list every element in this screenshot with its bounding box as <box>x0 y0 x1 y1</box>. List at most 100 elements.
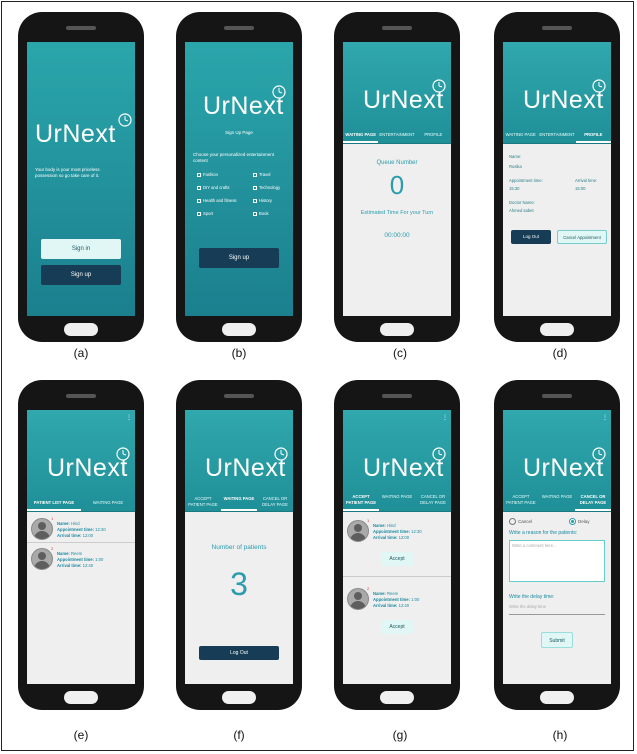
screen-g: ⋮ UrNext ACCEPT PATIENT PAGE WAITING PAG… <box>343 410 451 684</box>
earpiece <box>66 394 96 398</box>
earpiece <box>542 394 572 398</box>
checkbox-box[interactable] <box>253 211 257 216</box>
avatar <box>31 518 53 540</box>
checkbox-box[interactable] <box>197 185 201 190</box>
sign-up-button[interactable]: Sign up <box>41 265 121 285</box>
tab-bar: WAITING PAGE ENTERTAINMENT PROFILE <box>503 128 611 144</box>
patient-info: Name: Reem Appointment time: 1:00 Arriva… <box>373 591 419 610</box>
checkbox-sport[interactable]: Sport <box>197 211 237 216</box>
patients-count: 3 <box>230 566 248 602</box>
accept-button[interactable]: Accept <box>381 552 413 566</box>
arrival-row: Arrival time: 12:00 <box>373 535 422 541</box>
log-out-button[interactable]: Log Out <box>511 230 551 244</box>
delay-radio[interactable]: Delay <box>569 518 590 525</box>
comment-textarea[interactable]: Write a comment here... <box>509 540 605 582</box>
home-button[interactable] <box>64 323 98 336</box>
tab-waiting[interactable]: WAITING PAGE <box>343 128 379 143</box>
tab-cancel-delay[interactable]: CANCEL OR DELAY PAGE <box>575 490 611 511</box>
home-button[interactable] <box>380 323 414 336</box>
delay-time-input[interactable]: Write the delay time <box>509 604 605 615</box>
home-button[interactable] <box>380 691 414 704</box>
checkbox-box[interactable] <box>197 172 201 177</box>
checkbox-history[interactable]: History <box>253 198 280 203</box>
screen-f: UrNext ACCEPT PATIENT PAGE WAITING PAGE … <box>185 410 293 684</box>
patient-info: Name: Reem Appointment time: 1:00 Arriva… <box>57 551 103 570</box>
tab-waiting[interactable]: WAITING PAGE <box>221 492 257 511</box>
tab-accept-patient[interactable]: ACCEPT PATIENT PAGE <box>343 490 379 511</box>
name-label: Name: <box>373 523 386 528</box>
overflow-menu-icon[interactable]: ⋮ <box>602 414 608 421</box>
submit-button[interactable]: Submit <box>541 632 573 648</box>
overflow-menu-icon[interactable]: ⋮ <box>126 414 132 421</box>
tab-cancel-delay[interactable]: CANCEL OR DELAY PAGE <box>257 492 293 511</box>
cancel-appointment-button[interactable]: Cancel Appointment <box>557 230 607 244</box>
arrival-value: 15:00 <box>575 186 586 191</box>
checkbox-box[interactable] <box>253 172 257 177</box>
avatar <box>347 520 369 542</box>
tab-waiting[interactable]: WAITING PAGE <box>81 496 135 511</box>
tab-entertainment[interactable]: ENTERTAINMENT <box>378 128 415 143</box>
list-item[interactable]: 1 Name: Hind Appointment time: 12:30 Arr… <box>31 516 106 540</box>
log-out-button[interactable]: Log Out <box>199 646 279 660</box>
accept-button[interactable]: Accept <box>381 620 413 634</box>
radio-label: Cancel <box>518 519 533 524</box>
home-button[interactable] <box>540 323 574 336</box>
screen-b: UrNext Sign Up Page Choose your personal… <box>185 42 293 316</box>
divider <box>27 542 135 543</box>
home-button[interactable] <box>540 691 574 704</box>
tab-patient-list[interactable]: PATIENT LIST PAGE <box>27 496 81 511</box>
delay-label: Write the delay time: <box>509 594 555 600</box>
overflow-menu-icon[interactable]: ⋮ <box>442 414 448 421</box>
divider <box>343 576 451 577</box>
appointment-time: 1:00 <box>95 557 104 562</box>
checkbox-travel[interactable]: Travel <box>253 172 280 177</box>
arrival-label: Arrival time: <box>57 533 82 538</box>
home-button[interactable] <box>222 323 256 336</box>
tab-waiting[interactable]: WAITING PAGE <box>379 490 415 511</box>
name-value: Rusika <box>509 164 522 169</box>
screen-h: ⋮ UrNext ACCEPT PATIENT PAGE WAITING PAG… <box>503 410 611 684</box>
sign-in-button[interactable]: Sign in <box>41 239 121 259</box>
patient-name: Hind <box>386 523 396 528</box>
queue-badge: 2 <box>51 546 54 551</box>
tab-accept-patient[interactable]: ACCEPT PATIENT PAGE <box>185 492 221 511</box>
checkbox-box[interactable] <box>253 185 257 190</box>
arrival-label: Arrival time: <box>373 535 398 540</box>
tab-entertainment[interactable]: ENTERTAINMENT <box>538 128 575 143</box>
checkbox-box[interactable] <box>253 198 257 203</box>
phone-g: ⋮ UrNext ACCEPT PATIENT PAGE WAITING PAG… <box>334 380 460 710</box>
cancel-radio[interactable]: Cancel <box>509 518 532 525</box>
checkbox-box[interactable] <box>197 198 201 203</box>
tab-accept-patient[interactable]: ACCEPT PATIENT PAGE <box>503 490 539 511</box>
checkbox-health[interactable]: Health and fitness <box>197 198 237 203</box>
signup-title: Sign Up Page <box>225 130 253 135</box>
list-item: 2 Name: Reem Appointment time: 1:00 Arri… <box>347 586 419 610</box>
name-label: Name: <box>509 154 522 159</box>
home-button[interactable] <box>64 691 98 704</box>
checkbox-technology[interactable]: Technology <box>253 185 280 190</box>
home-button[interactable] <box>222 691 256 704</box>
list-item[interactable]: 2 Name: Reem Appointment time: 1:00 Arri… <box>31 546 103 570</box>
checkbox-book[interactable]: Book <box>253 211 280 216</box>
tab-cancel-delay[interactable]: CANCEL OR DELAY PAGE <box>415 490 451 511</box>
radio-circle-selected[interactable] <box>569 518 576 525</box>
tab-waiting[interactable]: WAITING PAGE <box>503 128 538 143</box>
checkbox-box[interactable] <box>197 211 201 216</box>
appointment-label: Appointment time: <box>57 557 94 562</box>
sign-up-button[interactable]: Sign up <box>199 248 279 268</box>
caption-g: (g) <box>392 728 408 742</box>
earpiece <box>224 394 254 398</box>
doctor-value: Ahmed sabet <box>509 208 534 213</box>
arrival-row: Arrival time: 12:00 <box>57 533 106 539</box>
phone-a: UrNext Your body is your most priceless … <box>18 12 144 342</box>
avatar <box>31 548 53 570</box>
tab-profile[interactable]: PROFILE <box>575 128 611 143</box>
screen-d: UrNext WAITING PAGE ENTERTAINMENT PROFIL… <box>503 42 611 316</box>
radio-circle[interactable] <box>509 518 516 525</box>
appointment-label: Appointment time: <box>57 527 94 532</box>
phone-h: ⋮ UrNext ACCEPT PATIENT PAGE WAITING PAG… <box>494 380 620 710</box>
tab-waiting[interactable]: WAITING PAGE <box>539 490 575 511</box>
checkbox-diy[interactable]: DIY and crafts <box>197 185 237 190</box>
tab-profile[interactable]: PROFILE <box>416 128 451 143</box>
checkbox-fashion[interactable]: Fashion <box>197 172 237 177</box>
